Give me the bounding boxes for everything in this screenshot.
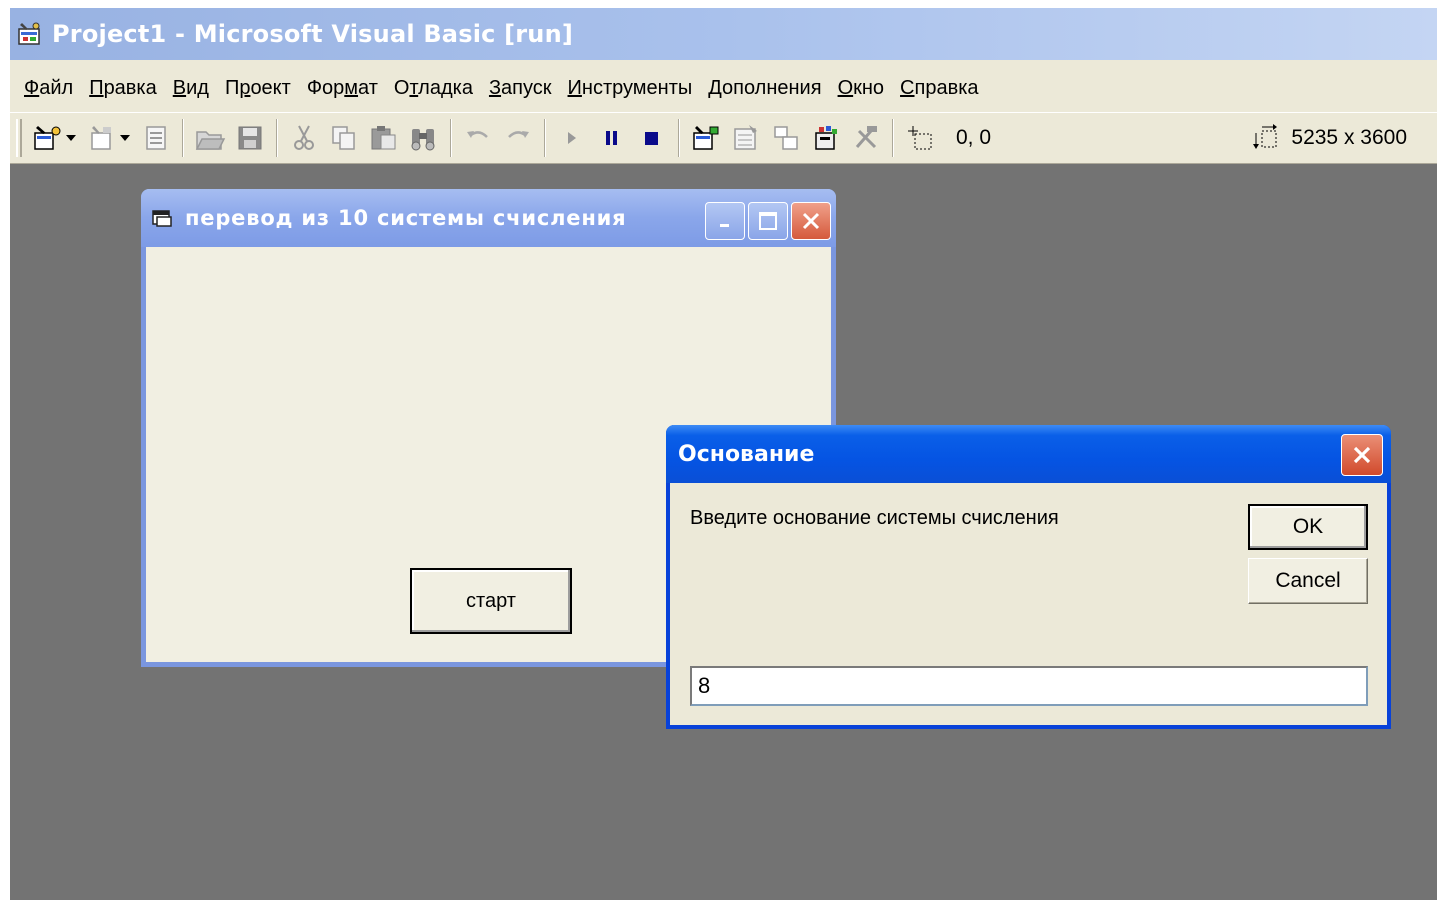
toolbar-separator <box>450 119 452 157</box>
app-title: Project1 - Microsoft Visual Basic [run] <box>52 20 574 48</box>
dialog-title: Основание <box>678 441 815 467</box>
minimize-button[interactable] <box>705 202 745 240</box>
start-button[interactable]: старт <box>410 568 572 634</box>
menu-addins[interactable]: Дополнения <box>700 72 829 104</box>
add-form-dropdown-icon[interactable] <box>118 120 132 156</box>
size-icon <box>1249 120 1281 156</box>
form-layout-icon[interactable] <box>770 120 802 156</box>
menu-help[interactable]: Справка <box>892 72 986 104</box>
redo-icon[interactable] <box>502 120 534 156</box>
copy-icon[interactable] <box>328 120 360 156</box>
minimize-icon <box>720 224 729 227</box>
properties-window-icon[interactable] <box>730 120 762 156</box>
break-icon[interactable] <box>596 120 628 156</box>
menu-window[interactable]: Окно <box>830 72 892 104</box>
menu-project[interactable]: Проект <box>217 72 299 104</box>
dialog-titlebar[interactable]: Основание <box>666 425 1391 483</box>
undo-icon[interactable] <box>462 120 494 156</box>
menu-debug[interactable]: Отладка <box>386 72 481 104</box>
input-box-dialog: Основание Введите основание системы счис… <box>666 425 1391 729</box>
toolbar-separator <box>544 119 546 157</box>
end-icon[interactable] <box>636 120 668 156</box>
ok-button[interactable]: OK <box>1248 504 1368 550</box>
save-project-icon[interactable] <box>234 120 266 156</box>
toolbar-grip[interactable] <box>16 119 22 157</box>
add-project-icon[interactable] <box>32 120 64 156</box>
position-icon <box>904 120 936 156</box>
position-readout: 0, 0 <box>956 126 992 149</box>
workspace-area: перевод из 10 системы счисления старт Ос… <box>10 164 1437 900</box>
find-icon[interactable] <box>408 120 440 156</box>
menu-edit[interactable]: Правка <box>81 72 165 104</box>
paste-icon[interactable] <box>368 120 400 156</box>
open-project-icon[interactable] <box>194 120 226 156</box>
maximize-icon <box>759 212 777 230</box>
form-titlebar[interactable]: перевод из 10 системы счисления <box>141 189 836 247</box>
toolbar-separator <box>276 119 278 157</box>
toolbar-separator <box>892 119 894 157</box>
visual-basic-icon <box>16 21 44 47</box>
object-browser-icon[interactable] <box>810 120 842 156</box>
menu-view[interactable]: Вид <box>165 72 217 104</box>
menu-tools[interactable]: Инструменты <box>560 72 701 104</box>
menu-run[interactable]: Запуск <box>481 72 560 104</box>
project-explorer-icon[interactable] <box>690 120 722 156</box>
app-titlebar[interactable]: Project1 - Microsoft Visual Basic [run] <box>10 8 1437 60</box>
form-icon <box>151 208 173 228</box>
toolbar-separator <box>182 119 184 157</box>
menu-format[interactable]: Формат <box>299 72 386 104</box>
dialog-close-button[interactable] <box>1341 434 1383 476</box>
menubar: Файл Правка Вид Проект Формат Отладка За… <box>10 68 1437 108</box>
menu-editor-icon[interactable] <box>140 120 172 156</box>
form-title: перевод из 10 системы счисления <box>185 206 627 230</box>
base-input[interactable] <box>690 666 1368 706</box>
close-icon <box>802 212 820 230</box>
toolbox-icon[interactable] <box>850 120 882 156</box>
size-readout: 5235 x 3600 <box>1291 126 1407 149</box>
start-icon[interactable] <box>556 120 588 156</box>
cut-icon[interactable] <box>288 120 320 156</box>
add-form-icon[interactable] <box>86 120 118 156</box>
dialog-prompt: Введите основание системы счисления <box>690 507 1059 529</box>
vb-ide-window: Project1 - Microsoft Visual Basic [run] … <box>10 8 1437 900</box>
menu-file[interactable]: Файл <box>16 72 81 104</box>
add-project-dropdown-icon[interactable] <box>64 120 78 156</box>
standard-toolbar: 0, 0 5235 x 3600 <box>10 112 1437 164</box>
close-icon <box>1353 446 1371 464</box>
cancel-button[interactable]: Cancel <box>1248 558 1368 604</box>
form-close-button[interactable] <box>791 202 831 240</box>
toolbar-separator <box>678 119 680 157</box>
form-caption-buttons <box>705 202 831 240</box>
maximize-button[interactable] <box>748 202 788 240</box>
